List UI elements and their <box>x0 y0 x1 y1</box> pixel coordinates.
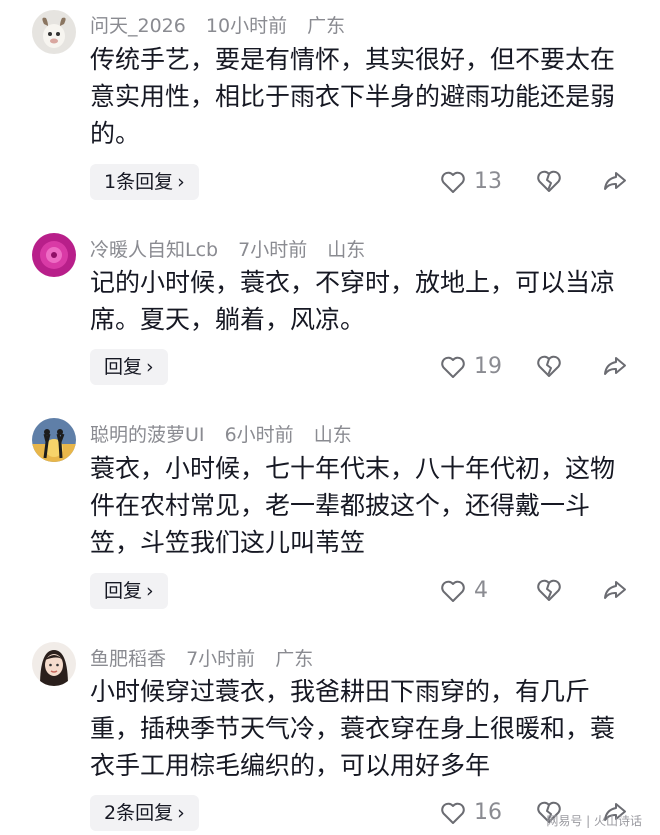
dislike-button[interactable] <box>536 169 562 193</box>
share-button[interactable] <box>602 169 628 193</box>
reply-label: 回复 <box>104 356 143 378</box>
username[interactable]: 冷暖人自知Lcb <box>90 239 218 261</box>
reply-label: 回复 <box>104 580 143 602</box>
like-count: 4 <box>474 578 488 603</box>
chevron-right-icon: › <box>146 356 154 378</box>
broken-heart-icon <box>537 579 561 601</box>
timestamp: 6小时前 <box>224 424 294 446</box>
comment-meta: 问天_2026 10小时前 广东 <box>90 11 359 38</box>
reply-label: 1条回复 <box>104 171 174 193</box>
like-count: 16 <box>474 800 502 825</box>
like-button[interactable]: 16 <box>440 800 502 825</box>
location: 山东 <box>327 239 366 261</box>
comment-meta: 聪明的菠萝UI 6小时前 山东 <box>90 420 366 447</box>
timestamp: 10小时前 <box>205 15 288 37</box>
comment-text: 小时候穿过蓑衣，我爸耕田下雨穿的，有几斤重，插秧季节天气冷，蓑衣穿在身上很暖和，… <box>90 677 616 780</box>
dislike-button[interactable] <box>536 354 562 378</box>
watermark: 网易号 | 火山诗话 <box>546 814 642 828</box>
avatar[interactable] <box>32 233 76 277</box>
share-button[interactable] <box>602 578 628 602</box>
reply-button[interactable]: 2条回复 › <box>90 795 199 831</box>
heart-icon <box>441 802 465 824</box>
like-count: 19 <box>474 354 502 379</box>
location: 广东 <box>275 648 314 670</box>
share-arrow-icon <box>604 172 626 190</box>
like-button[interactable]: 19 <box>440 354 502 379</box>
reply-label: 2条回复 <box>104 802 174 824</box>
username[interactable]: 问天_2026 <box>90 15 186 37</box>
goat-avatar-image <box>32 10 76 54</box>
chevron-right-icon: › <box>146 580 154 602</box>
avatar[interactable] <box>32 418 76 462</box>
username[interactable]: 鱼肥稻香 <box>90 648 166 670</box>
share-button[interactable] <box>602 354 628 378</box>
broken-heart-icon <box>537 170 561 192</box>
timestamp: 7小时前 <box>186 648 256 670</box>
location: 山东 <box>313 424 352 446</box>
avatar[interactable] <box>32 642 76 686</box>
location: 广东 <box>307 15 346 37</box>
timestamp: 7小时前 <box>238 239 308 261</box>
like-button[interactable]: 13 <box>440 169 502 194</box>
comment-meta: 鱼肥稻香 7小时前 广东 <box>90 644 327 671</box>
reply-button[interactable]: 回复 › <box>90 349 168 385</box>
silhouette-avatar-image <box>32 418 76 462</box>
like-count: 13 <box>474 169 502 194</box>
broken-heart-icon <box>537 355 561 377</box>
avatar[interactable] <box>32 10 76 54</box>
chevron-right-icon: › <box>177 802 185 824</box>
share-arrow-icon <box>604 357 626 375</box>
chevron-right-icon: › <box>177 171 185 193</box>
heart-icon <box>441 356 465 378</box>
portrait-avatar-image <box>32 642 76 686</box>
flower-avatar-image <box>32 233 76 277</box>
reply-button[interactable]: 1条回复 › <box>90 164 199 200</box>
dislike-button[interactable] <box>536 578 562 602</box>
comment-text: 传统手艺，要是有情怀，其实很好，但不要太在意实用性，相比于雨衣下半身的避雨功能还… <box>90 45 616 148</box>
comment-text: 记的小时候，蓑衣，不穿时，放地上，可以当凉席。夏天，躺着，风凉。 <box>90 268 616 334</box>
comment-text: 蓑衣，小时候，七十年代末，八十年代初，这物件在农村常见，老一辈都披这个，还得戴一… <box>90 454 616 557</box>
comment-meta: 冷暖人自知Lcb 7小时前 山东 <box>90 235 379 262</box>
like-button[interactable]: 4 <box>440 578 488 603</box>
heart-icon <box>441 580 465 602</box>
reply-button[interactable]: 回复 › <box>90 573 168 609</box>
share-arrow-icon <box>604 581 626 599</box>
heart-icon <box>441 171 465 193</box>
username[interactable]: 聪明的菠萝UI <box>90 424 205 446</box>
